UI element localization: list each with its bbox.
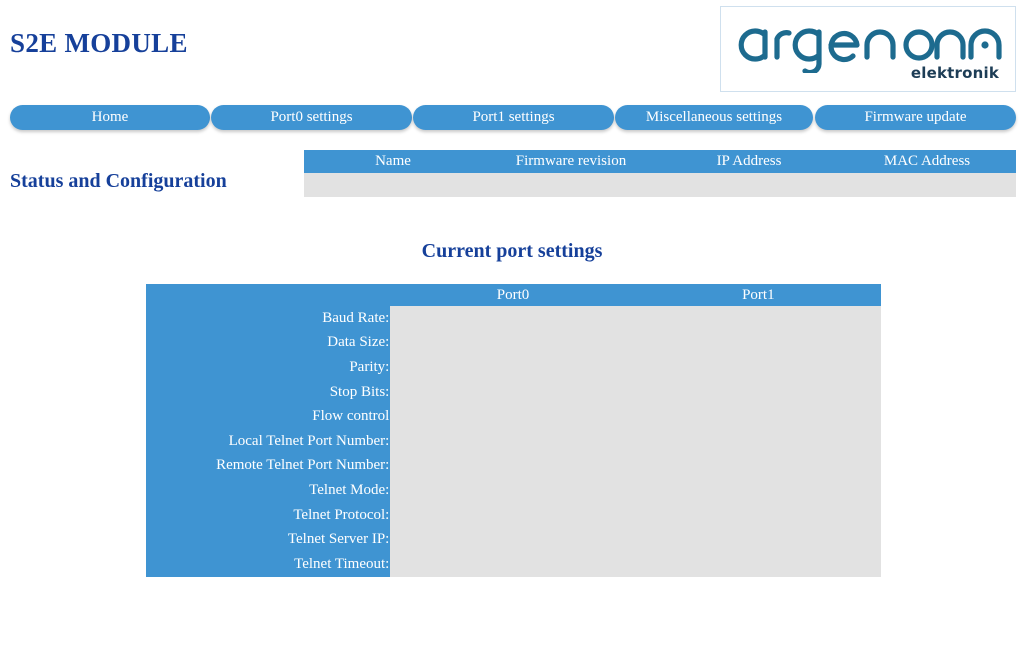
- status-col-ip-address: IP Address: [660, 150, 838, 173]
- ports-col-port1: Port1: [635, 284, 881, 306]
- ports-label-telnet-protocol: Telnet Protocol:: [146, 502, 391, 528]
- ports-label-telnet-timeout: Telnet Timeout:: [146, 551, 391, 577]
- table-row: Remote Telnet Port Number:: [146, 453, 881, 479]
- nav-firmware-update[interactable]: Firmware update: [815, 105, 1016, 130]
- status-col-name: Name: [304, 150, 482, 173]
- ports-value-local-telnet-port-number-port1: [635, 428, 881, 454]
- status-cell-firmware-revision: [482, 173, 660, 197]
- ports-label-remote-telnet-port-number: Remote Telnet Port Number:: [146, 453, 391, 479]
- ports-value-telnet-protocol-port1: [635, 502, 881, 528]
- ports-value-flow-control-port0: [390, 404, 636, 429]
- ports-label-flow-control: Flow control: [146, 404, 391, 429]
- ports-value-data-size-port0: [390, 330, 636, 356]
- brand-logo: elektronik: [720, 6, 1016, 92]
- ports-value-remote-telnet-port-number-port1: [635, 453, 881, 479]
- ports-value-telnet-protocol-port0: [390, 502, 636, 528]
- ports-value-stop-bits-port0: [390, 379, 636, 405]
- table-row: Stop Bits:: [146, 379, 881, 405]
- ports-label-local-telnet-port-number: Local Telnet Port Number:: [146, 428, 391, 454]
- status-cell-ip-address: [660, 173, 838, 197]
- ports-value-baud-rate-port0: [390, 306, 636, 331]
- table-row: [304, 173, 1016, 197]
- ports-value-telnet-mode-port0: [390, 478, 636, 503]
- status-table-header-row: Name Firmware revision IP Address MAC Ad…: [304, 150, 1016, 173]
- table-row: Telnet Server IP:: [146, 527, 881, 552]
- page-title: S2E MODULE: [10, 28, 188, 58]
- nav-home[interactable]: Home: [10, 105, 210, 130]
- ports-value-local-telnet-port-number-port0: [390, 428, 636, 454]
- ports-col-port0: Port0: [390, 284, 636, 306]
- status-table: Name Firmware revision IP Address MAC Ad…: [304, 150, 1016, 197]
- logo-dot-icon: [981, 41, 989, 49]
- ports-label-telnet-server-ip: Telnet Server IP:: [146, 527, 391, 552]
- table-row: Flow control: [146, 404, 881, 429]
- table-row: Baud Rate:: [146, 306, 881, 331]
- ports-label-parity: Parity:: [146, 355, 391, 380]
- current-port-settings-heading: Current port settings: [421, 240, 603, 262]
- main-navigation: Home Port0 settings Port1 settings Misce…: [0, 105, 1024, 130]
- ports-label-data-size: Data Size:: [146, 330, 391, 356]
- status-col-mac-address: MAC Address: [838, 150, 1016, 173]
- ports-value-baud-rate-port1: [635, 306, 881, 331]
- ports-value-telnet-mode-port1: [635, 478, 881, 503]
- ports-value-telnet-timeout-port1: [635, 551, 881, 577]
- ports-value-remote-telnet-port-number-port0: [390, 453, 636, 479]
- ports-value-data-size-port1: [635, 330, 881, 356]
- status-col-firmware-revision: Firmware revision: [482, 150, 660, 173]
- status-cell-name: [304, 173, 482, 197]
- ports-value-parity-port1: [635, 355, 881, 380]
- page-header: S2E MODULE elektronik: [0, 0, 1024, 100]
- ports-value-stop-bits-port1: [635, 379, 881, 405]
- logo-subtitle: elektronik: [910, 64, 999, 82]
- ports-col-labels: [146, 284, 391, 306]
- ports-label-telnet-mode: Telnet Mode:: [146, 478, 391, 503]
- ports-value-telnet-server-ip-port1: [635, 527, 881, 552]
- status-and-configuration-heading: Status and Configuration: [10, 170, 227, 192]
- status-cell-mac-address: [838, 173, 1016, 197]
- ports-value-telnet-server-ip-port0: [390, 527, 636, 552]
- table-row: Parity:: [146, 355, 881, 380]
- table-row: Local Telnet Port Number:: [146, 428, 881, 454]
- ports-table-header-row: Port0 Port1: [146, 284, 881, 306]
- ports-value-telnet-timeout-port0: [390, 551, 636, 577]
- table-row: Telnet Timeout:: [146, 551, 881, 577]
- nav-port1-settings[interactable]: Port1 settings: [413, 105, 614, 130]
- nav-miscellaneous-settings[interactable]: Miscellaneous settings: [615, 105, 813, 130]
- table-row: Data Size:: [146, 330, 881, 356]
- ports-label-stop-bits: Stop Bits:: [146, 379, 391, 405]
- table-row: Telnet Protocol:: [146, 502, 881, 528]
- nav-port0-settings[interactable]: Port0 settings: [211, 105, 412, 130]
- ports-label-baud-rate: Baud Rate:: [146, 306, 391, 331]
- ports-value-parity-port0: [390, 355, 636, 380]
- current-port-settings-table: Port0 Port1 Baud Rate: Data Size: Parity…: [146, 284, 881, 577]
- ports-value-flow-control-port1: [635, 404, 881, 429]
- table-row: Telnet Mode:: [146, 478, 881, 503]
